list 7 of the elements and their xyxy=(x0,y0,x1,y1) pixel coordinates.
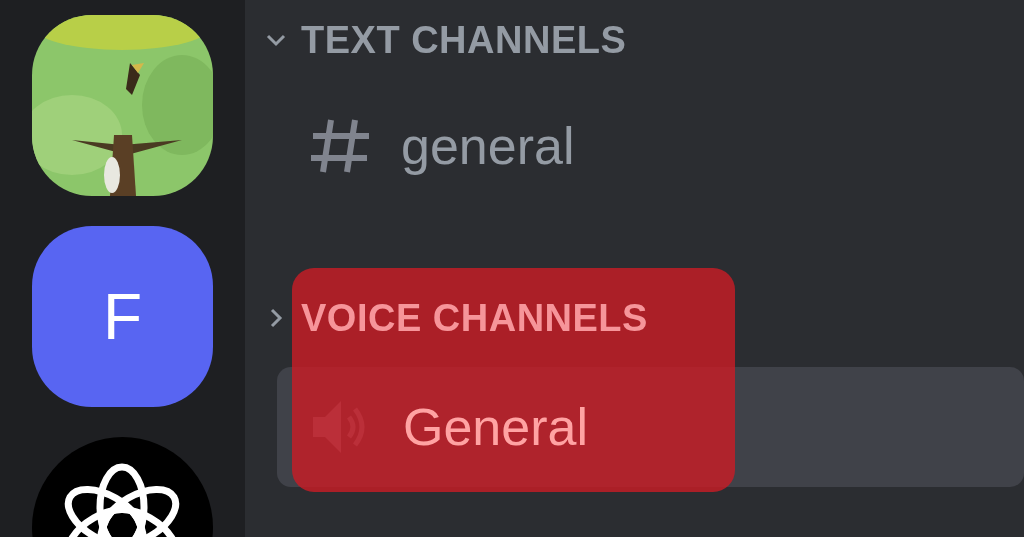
channel-item[interactable]: general xyxy=(309,114,1024,178)
channel-name: general xyxy=(401,116,575,176)
hash-icon xyxy=(309,118,371,174)
category-title[interactable]: TEXT CHANNELS xyxy=(301,18,627,62)
category-title[interactable]: VOICE CHANNELS xyxy=(301,296,648,340)
server-icon[interactable]: F xyxy=(32,226,213,407)
channel-name: General xyxy=(403,397,588,457)
